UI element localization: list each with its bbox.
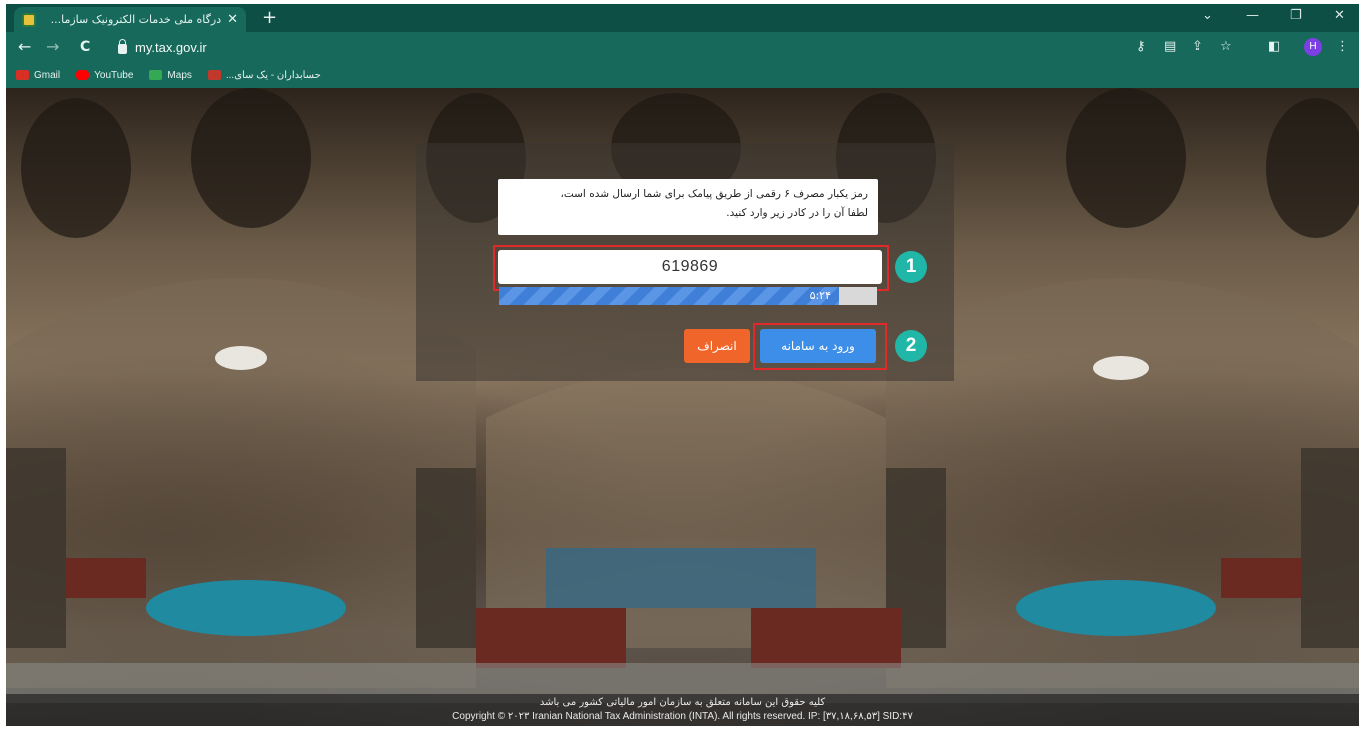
otp-timer-progress: ۵:۲۴ [499,287,877,305]
maximize-button[interactable]: ❐ [1290,8,1302,23]
bookmark-youtube[interactable]: YouTube [76,70,133,81]
share-icon[interactable]: ⇪ [1192,38,1203,56]
new-tab-button[interactable]: + [262,8,277,28]
close-window-button[interactable]: ✕ [1334,8,1345,23]
otp-message-line2: لطفا آن را در کادر زیر وارد کنید. [726,207,868,219]
tab-active[interactable]: درگاه ملی خدمات الکترونیک سازما... ✕ [14,7,246,32]
step-marker-2: 2 [895,330,927,362]
tab-title: درگاه ملی خدمات الکترونیک سازما... [50,13,222,26]
key-icon[interactable]: ⚷ [1136,38,1146,56]
bookmark-hesabdaran[interactable]: حسابداران - یک سای... [207,69,321,81]
site-icon [207,70,221,80]
otp-message: رمز یکبار مصرف ۶ رقمی از طریق پیامک برای… [498,179,878,235]
otp-timer-text: ۵:۲۴ [809,289,831,302]
bookmark-label: YouTube [94,69,134,81]
tab-bar: درگاه ملی خدمات الکترونیک سازما... ✕ + ⌄… [6,4,1359,32]
bookmark-gmail[interactable]: Gmail [16,70,60,81]
page-footer: کلیه حقوق این سامانه متعلق به سازمان امو… [6,694,1359,726]
menu-icon[interactable]: ⋮ [1336,38,1349,56]
page-background: رمز یکبار مصرف ۶ رقمی از طریق پیامک برای… [6,88,1359,726]
translate-icon[interactable]: ▤ [1164,38,1176,56]
lock-icon [118,38,127,54]
progress-fill [499,287,840,305]
otp-dialog: رمز یکبار مصرف ۶ رقمی از طریق پیامک برای… [416,143,954,381]
step-marker-1: 1 [895,251,927,283]
otp-message-line1: رمز یکبار مصرف ۶ رقمی از طریق پیامک برای… [560,188,868,200]
gmail-icon [16,70,29,80]
bookmark-label: Maps [167,69,192,81]
login-button[interactable]: ورود به سامانه [760,329,876,363]
site-favicon-icon [22,12,36,27]
browser-toolbar: ← → C my.tax.gov.ir ⚷ ▤ ⇪ ☆ ◧ H ⋮ [6,32,1359,62]
maps-icon [149,70,163,80]
footer-rights-fa: کلیه حقوق این سامانه متعلق به سازمان امو… [539,697,826,708]
forward-button[interactable]: → [46,37,59,57]
reload-button[interactable]: C [80,37,90,57]
back-button[interactable]: ← [18,37,31,57]
tab-search-icon[interactable]: ⌄ [1202,8,1213,23]
bookmark-label: Gmail [34,69,61,81]
tab-close-icon[interactable]: ✕ [227,12,238,27]
bookmarks-bar: Gmail YouTube Maps حسابداران - یک سای... [6,62,1359,88]
url-text: my.tax.gov.ir [135,39,207,55]
browser-window: درگاه ملی خدمات الکترونیک سازما... ✕ + ⌄… [6,4,1359,726]
bookmark-label: حسابداران - یک سای... [225,69,321,81]
youtube-icon [76,70,90,80]
otp-input[interactable] [498,250,882,284]
bookmark-maps[interactable]: Maps [149,69,192,81]
address-bar[interactable]: my.tax.gov.ir [112,36,1122,58]
minimize-button[interactable]: — [1246,8,1259,23]
cancel-button[interactable]: انصراف [684,329,750,363]
footer-copyright: Copyright © ۲۰۲۳ Iranian National Tax Ad… [452,711,913,722]
star-icon[interactable]: ☆ [1220,38,1232,56]
side-panel-icon[interactable]: ◧ [1268,38,1280,56]
profile-avatar[interactable]: H [1304,38,1322,56]
